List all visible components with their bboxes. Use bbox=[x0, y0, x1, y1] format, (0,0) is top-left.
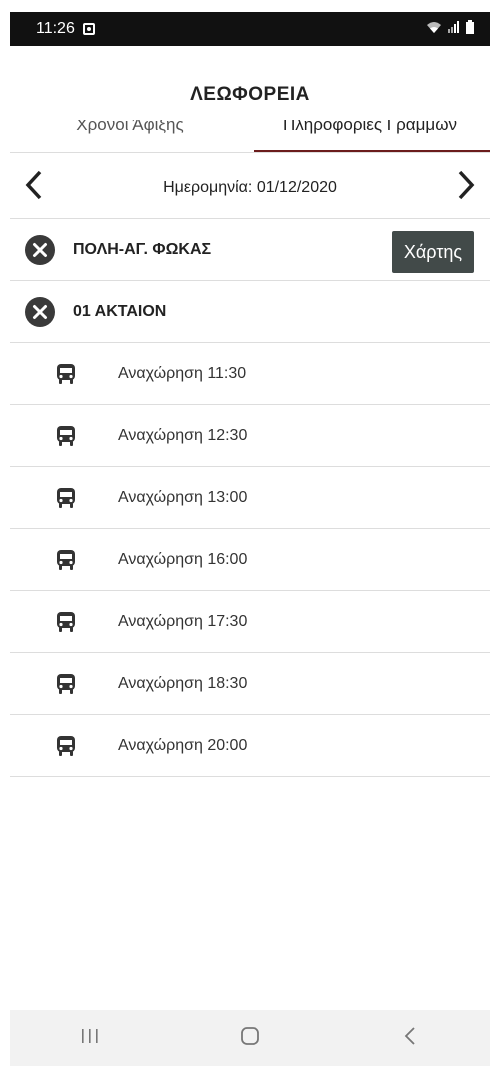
map-button[interactable]: Χάρτης bbox=[392, 231, 474, 273]
departure-time: Αναχώρηση 12:30 bbox=[118, 426, 248, 444]
route-name: 01 ΑΚΤΑΙΟΝ bbox=[73, 302, 167, 320]
next-date-button[interactable] bbox=[442, 164, 490, 212]
tab-bar: Χρονοι Άφιξης Πληροφοριες Γραμμων bbox=[10, 120, 490, 153]
home-button[interactable] bbox=[220, 1018, 280, 1058]
departure-row[interactable]: Αναχώρηση 12:30 bbox=[10, 405, 490, 467]
wifi-icon bbox=[426, 20, 442, 39]
departure-time: Αναχώρηση 16:00 bbox=[118, 550, 248, 568]
route-row: 01 ΑΚΤΑΙΟΝ bbox=[10, 281, 490, 343]
back-button[interactable] bbox=[380, 1018, 440, 1058]
status-bar: 11:26 bbox=[10, 12, 490, 46]
departure-row[interactable]: Αναχώρηση 20:00 bbox=[10, 715, 490, 777]
battery-icon bbox=[466, 19, 474, 39]
bus-icon bbox=[56, 673, 76, 695]
prev-date-button[interactable] bbox=[10, 164, 58, 212]
departure-time: Αναχώρηση 17:30 bbox=[118, 612, 248, 630]
close-circle-icon[interactable] bbox=[25, 234, 55, 265]
status-time: 11:26 bbox=[36, 20, 75, 37]
departure-time: Αναχώρηση 20:00 bbox=[118, 736, 248, 754]
home-icon bbox=[240, 1026, 260, 1051]
bus-icon bbox=[56, 363, 76, 385]
departure-time: Αναχώρηση 11:30 bbox=[118, 364, 247, 382]
bus-icon bbox=[56, 611, 76, 633]
close-circle-icon[interactable] bbox=[25, 296, 55, 327]
chevron-left-icon bbox=[25, 170, 43, 205]
chevron-right-icon bbox=[457, 170, 475, 205]
departure-row[interactable]: Αναχώρηση 11:30 bbox=[10, 343, 490, 405]
system-nav-bar bbox=[10, 1010, 490, 1066]
departure-row[interactable]: Αναχώρηση 17:30 bbox=[10, 591, 490, 653]
departure-row[interactable]: Αναχώρηση 16:00 bbox=[10, 529, 490, 591]
notification-icon bbox=[82, 23, 95, 35]
departure-time: Αναχώρηση 13:00 bbox=[118, 488, 248, 506]
departure-row[interactable]: Αναχώρηση 13:00 bbox=[10, 467, 490, 529]
active-tab-indicator bbox=[254, 150, 490, 152]
departure-time: Αναχώρηση 18:30 bbox=[118, 674, 248, 692]
app-header: ΛΕΩΦΟΡΕΙΑ bbox=[10, 46, 490, 120]
bus-icon bbox=[56, 425, 76, 447]
recent-apps-button[interactable] bbox=[60, 1018, 120, 1058]
signal-icon bbox=[448, 20, 460, 38]
recent-apps-icon bbox=[81, 1028, 99, 1049]
bus-icon bbox=[56, 549, 76, 571]
bus-icon bbox=[56, 735, 76, 757]
route-name: ΠΟΛΗ-ΑΓ. ΦΩΚΑΣ bbox=[73, 240, 212, 258]
tab-arrival-times[interactable]: Χρονοι Άφιξης bbox=[10, 120, 250, 152]
back-icon bbox=[404, 1026, 416, 1050]
bus-icon bbox=[56, 487, 76, 509]
tab-line-info[interactable]: Πληροφοριες Γραμμων bbox=[250, 120, 490, 152]
date-selector: Ημερομηνία: 01/12/2020 bbox=[10, 157, 490, 219]
departure-row[interactable]: Αναχώρηση 18:30 bbox=[10, 653, 490, 715]
route-row: ΠΟΛΗ-ΑΓ. ΦΩΚΑΣ Χάρτης bbox=[10, 219, 490, 281]
page-title: ΛΕΩΦΟΡΕΙΑ bbox=[190, 84, 310, 105]
app-screen: 11:26 ΛΕΩΦΟΡΕΙΑ Χρονοι Άφιξης Πληροφοριε… bbox=[10, 12, 490, 1075]
date-label: Ημερομηνία: 01/12/2020 bbox=[163, 178, 337, 196]
